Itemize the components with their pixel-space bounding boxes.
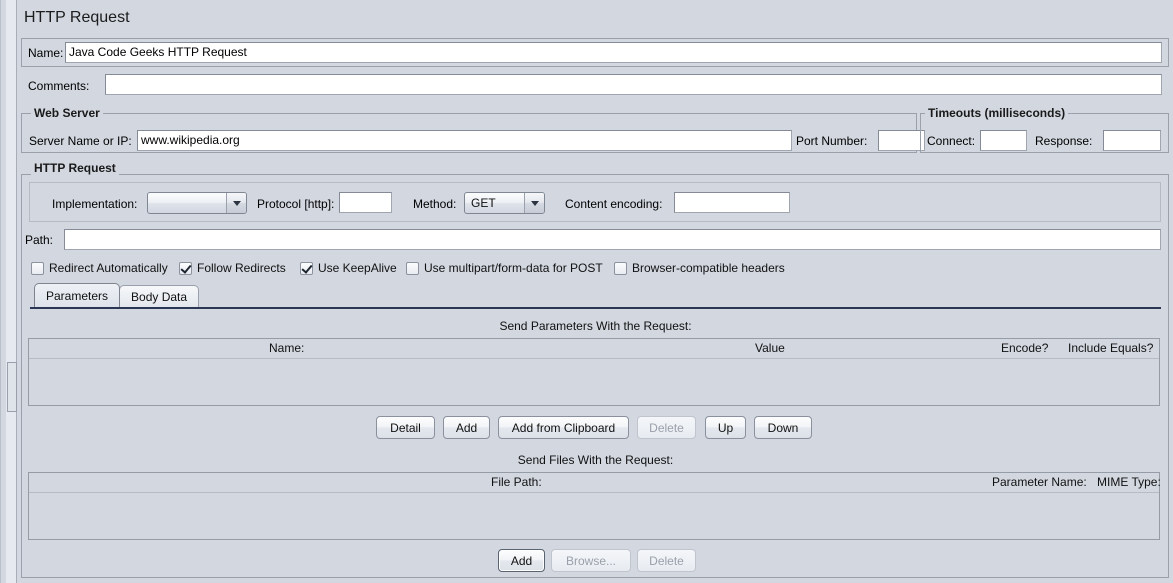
vertical-scrollbar-track[interactable] <box>6 0 17 583</box>
files-delete-button: Delete <box>637 549 696 572</box>
checkbox-box <box>300 261 313 275</box>
files-caption: Send Files With the Request: <box>517 453 674 467</box>
chevron-down-icon <box>524 193 544 213</box>
parameters-caption: Send Parameters With the Request: <box>499 319 692 333</box>
checkbox-label: Follow Redirects <box>197 261 286 275</box>
checkbox-box <box>406 261 419 275</box>
protocol-label: Protocol [http]: <box>257 197 335 211</box>
content-encoding-input[interactable] <box>674 192 790 213</box>
files-add-button[interactable]: Add <box>498 549 545 572</box>
parameters-table[interactable]: Name: Value Encode? Include Equals? <box>28 338 1160 406</box>
checkbox-redirect-automatically[interactable]: Redirect Automatically <box>31 261 168 275</box>
http-request-panel: HTTP Request Name: Java Code Geeks HTTP … <box>0 0 1173 583</box>
name-input[interactable]: Java Code Geeks HTTP Request <box>65 42 1162 63</box>
column-header-include-equals: Include Equals? <box>1068 341 1154 355</box>
parameters-add-button[interactable]: Add <box>443 416 490 439</box>
response-timeout-input[interactable] <box>1103 130 1161 151</box>
parameters-add-from-clipboard-button[interactable]: Add from Clipboard <box>498 416 629 439</box>
button-label: Delete <box>649 553 684 568</box>
implementation-combo[interactable] <box>147 192 247 214</box>
files-table-header: File Path: Parameter Name: MIME Type: <box>29 473 1161 493</box>
checkbox-use-keepalive[interactable]: Use KeepAlive <box>300 261 397 275</box>
panel-content: HTTP Request Name: Java Code Geeks HTTP … <box>17 0 1173 583</box>
button-label: Add <box>455 420 478 435</box>
server-name-input[interactable]: www.wikipedia.org <box>137 130 792 151</box>
files-table[interactable]: File Path: Parameter Name: MIME Type: <box>28 472 1161 540</box>
checkbox-box <box>179 261 192 275</box>
port-number-input[interactable] <box>878 130 925 151</box>
parameters-table-header: Name: Value Encode? Include Equals? <box>29 339 1159 359</box>
path-input[interactable] <box>64 229 1161 250</box>
checkbox-follow-redirects[interactable]: Follow Redirects <box>179 261 286 275</box>
button-label: Add <box>510 553 533 568</box>
connect-timeout-input[interactable] <box>980 130 1027 151</box>
parameters-detail-button[interactable]: Detail <box>376 416 435 439</box>
server-name-label: Server Name or IP: <box>29 134 132 148</box>
timeouts-group-title: Timeouts (milliseconds) <box>925 106 1069 120</box>
button-label: Delete <box>649 420 684 435</box>
checkbox-label: Use multipart/form-data for POST <box>424 261 603 275</box>
comments-input[interactable] <box>105 74 1162 95</box>
button-label: Up <box>717 420 734 435</box>
button-label: Add from Clipboard <box>511 420 616 435</box>
connect-timeout-label: Connect: <box>927 134 976 148</box>
files-browse-button: Browse... <box>551 549 631 572</box>
parameters-down-button[interactable]: Down <box>754 416 812 439</box>
column-header-file-path: File Path: <box>491 475 542 489</box>
method-label: Method: <box>413 197 457 211</box>
button-label: Detail <box>390 420 421 435</box>
button-label: Down <box>767 420 799 435</box>
web-server-group-title: Web Server <box>31 106 103 120</box>
checkbox-browser-compatible-headers[interactable]: Browser-compatible headers <box>614 261 785 275</box>
tab-body-data[interactable]: Body Data <box>119 285 200 307</box>
name-label: Name: <box>28 46 64 60</box>
checkbox-box <box>31 261 44 275</box>
parameters-up-button[interactable]: Up <box>705 416 746 439</box>
tab-label: Parameters <box>46 288 109 303</box>
method-combo-value: GET <box>471 196 496 210</box>
checkbox-use-multipart-form-data[interactable]: Use multipart/form-data for POST <box>406 261 603 275</box>
column-header-encode: Encode? <box>1001 341 1049 355</box>
parameters-delete-button: Delete <box>637 416 696 439</box>
tab-label: Body Data <box>131 289 188 304</box>
column-header-value: Value <box>755 341 785 355</box>
tab-parameters[interactable]: Parameters <box>34 283 121 307</box>
method-combo[interactable]: GET <box>464 192 545 214</box>
checkbox-box <box>614 261 627 275</box>
column-header-parameter-name: Parameter Name: <box>992 475 1087 489</box>
vertical-scrollbar-thumb[interactable] <box>7 362 17 412</box>
checkbox-label: Browser-compatible headers <box>632 261 785 275</box>
tab-underline <box>30 307 1161 309</box>
protocol-input[interactable] <box>339 192 392 213</box>
column-header-name: Name: <box>269 341 305 355</box>
button-label: Browse... <box>565 553 616 568</box>
checkbox-label: Use KeepAlive <box>318 261 397 275</box>
page-title: HTTP Request <box>24 9 130 26</box>
path-label: Path: <box>25 233 54 247</box>
chevron-down-icon <box>226 193 246 213</box>
port-number-label: Port Number: <box>796 134 868 148</box>
http-request-group-title: HTTP Request <box>31 161 119 175</box>
comments-label: Comments: <box>28 79 90 93</box>
response-timeout-label: Response: <box>1035 134 1093 148</box>
tabstrip: Parameters Body Data <box>34 283 200 307</box>
content-encoding-label: Content encoding: <box>565 197 663 211</box>
implementation-label: Implementation: <box>52 197 138 211</box>
column-header-mime-type: MIME Type: <box>1097 475 1161 489</box>
checkbox-label: Redirect Automatically <box>49 261 168 275</box>
